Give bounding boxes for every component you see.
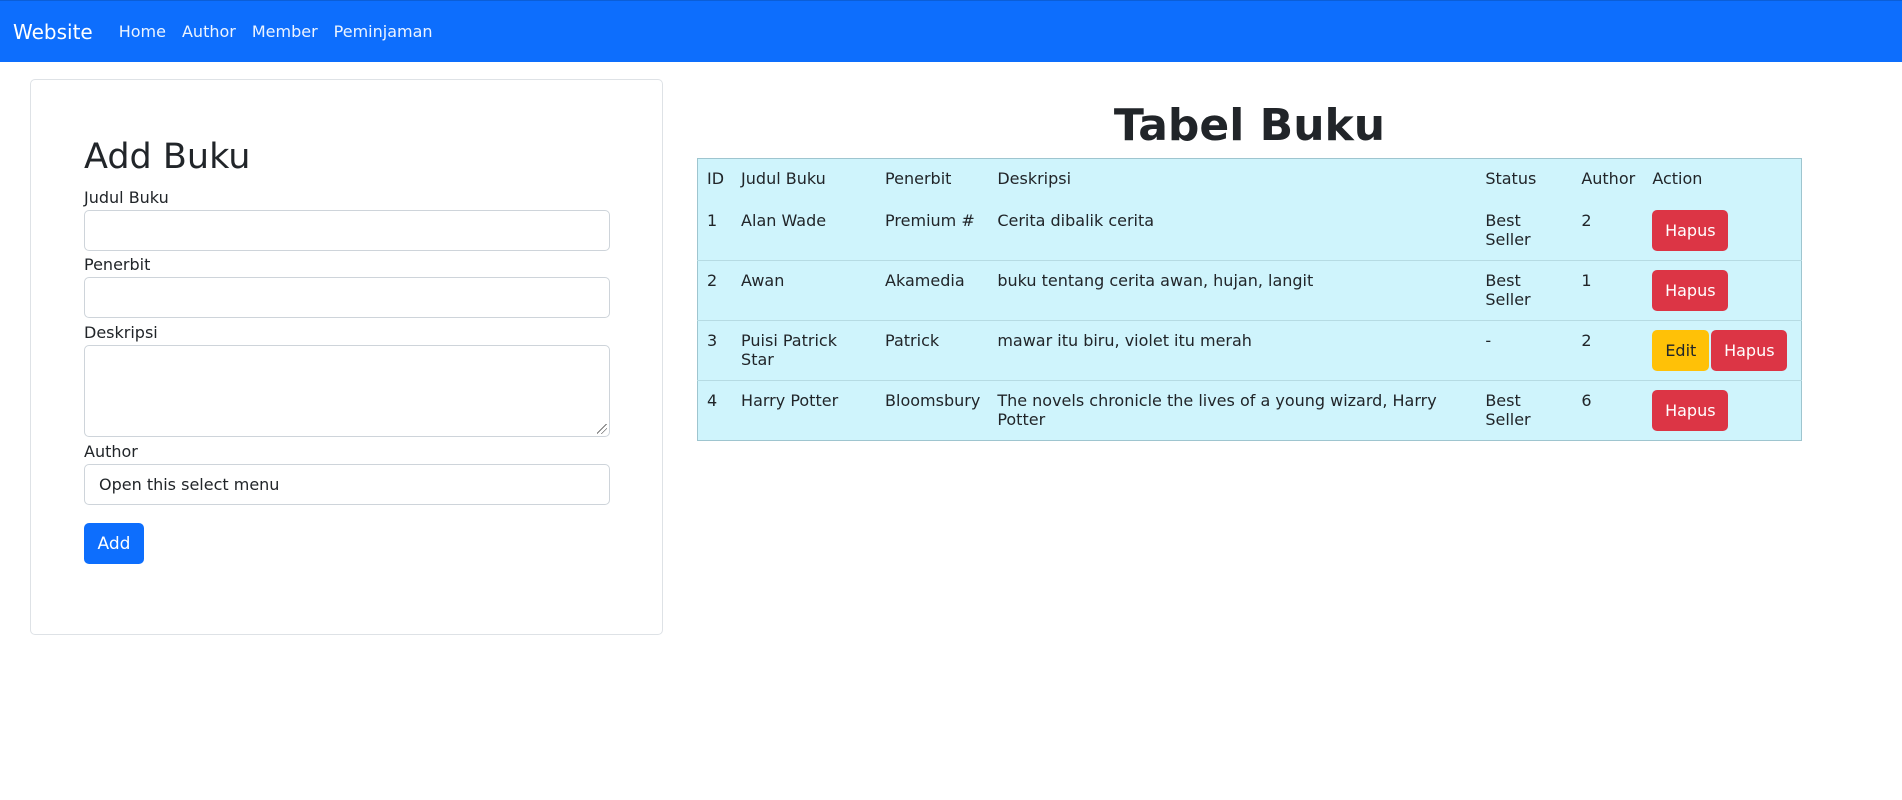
hapus-button[interactable]: Hapus	[1652, 390, 1729, 431]
cell-deskripsi: The novels chronicle the lives of a youn…	[997, 391, 1437, 429]
table-row: 1 Alan Wade Premium # Cerita dibalik cer…	[697, 201, 1802, 261]
header-author: Author	[1581, 169, 1636, 188]
cell-penerbit: Premium #	[885, 210, 975, 230]
nav-link-member[interactable]: Member	[252, 22, 318, 41]
cell-action: Hapus	[1643, 381, 1801, 441]
header-judul: Judul Buku	[741, 169, 826, 188]
navbar-brand[interactable]: Website	[13, 20, 93, 44]
cell-status: Best Seller	[1485, 210, 1531, 249]
cell-action: Edit Hapus	[1643, 321, 1801, 381]
hapus-button[interactable]: Hapus	[1652, 270, 1729, 311]
edit-button[interactable]: Edit	[1652, 330, 1710, 371]
cell-penerbit: Bloomsbury	[885, 391, 981, 410]
cell-id: 2	[707, 271, 718, 290]
table-header-row: ID Judul Buku Penerbit Deskripsi Status …	[698, 159, 1802, 201]
form-title: Add Buku	[84, 137, 251, 177]
cell-deskripsi: mawar itu biru, violet itu merah	[997, 331, 1252, 350]
navbar: Website Home Author Member Peminjaman	[0, 0, 1902, 62]
cell-author: 6	[1581, 391, 1592, 410]
nav-link-author[interactable]: Author	[182, 22, 236, 41]
add-button[interactable]: Add	[84, 523, 144, 564]
deskripsi-label: Deskripsi	[84, 323, 158, 342]
header-deskripsi: Deskripsi	[997, 169, 1072, 188]
author-select[interactable]: Open this select menu	[84, 464, 610, 505]
penerbit-input[interactable]	[84, 277, 610, 318]
cell-action: Hapus	[1643, 261, 1801, 321]
cell-deskripsi: Cerita dibalik cerita	[997, 210, 1155, 230]
cell-author: 2	[1581, 210, 1592, 230]
author-select-value: Open this select menu	[99, 475, 280, 494]
cell-action: Hapus	[1643, 201, 1801, 261]
nav-link-home[interactable]: Home	[119, 22, 166, 41]
author-label: Author	[84, 442, 138, 461]
header-status: Status	[1485, 169, 1537, 188]
table-row: 2 Awan Akamedia buku tentang cerita awan…	[697, 261, 1802, 321]
cell-penerbit: Patrick	[885, 331, 940, 350]
resize-grip-icon[interactable]	[597, 424, 607, 434]
cell-status: -	[1485, 331, 1492, 350]
cell-status: Best Seller	[1485, 391, 1531, 429]
header-penerbit: Penerbit	[885, 169, 952, 188]
table-title: Tabel Buku	[1113, 100, 1386, 151]
nav-link-peminjaman[interactable]: Peminjaman	[334, 22, 433, 41]
hapus-button[interactable]: Hapus	[1652, 209, 1729, 251]
penerbit-label: Penerbit	[84, 255, 151, 274]
judul-buku-label: Judul Buku	[84, 188, 169, 207]
cell-deskripsi: buku tentang cerita awan, hujan, langit	[997, 271, 1314, 290]
judul-buku-input[interactable]	[84, 210, 610, 251]
cell-judul: Alan Wade	[741, 210, 827, 230]
table-row: 3 Puisi Patrick Star Patrick mawar itu b…	[697, 321, 1802, 381]
cell-judul: Harry Potter	[741, 391, 839, 410]
books-table: ID Judul Buku Penerbit Deskripsi Status …	[697, 158, 1802, 441]
cell-id: 3	[707, 331, 718, 350]
cell-id: 1	[707, 210, 718, 230]
add-book-card: Add Buku Judul Buku Penerbit Deskripsi A…	[30, 79, 663, 635]
cell-judul: Puisi Patrick Star	[741, 331, 837, 369]
cell-penerbit: Akamedia	[885, 271, 965, 290]
cell-judul: Awan	[741, 271, 785, 290]
hapus-button[interactable]: Hapus	[1711, 330, 1788, 371]
header-action: Action	[1652, 169, 1703, 188]
deskripsi-textarea[interactable]	[84, 345, 610, 437]
cell-author: 2	[1581, 331, 1592, 350]
cell-id: 4	[707, 391, 718, 410]
cell-status: Best Seller	[1485, 271, 1531, 309]
cell-author: 1	[1581, 271, 1592, 290]
header-id: ID	[707, 169, 725, 188]
table-row: 4 Harry Potter Bloomsbury The novels chr…	[698, 381, 1802, 441]
